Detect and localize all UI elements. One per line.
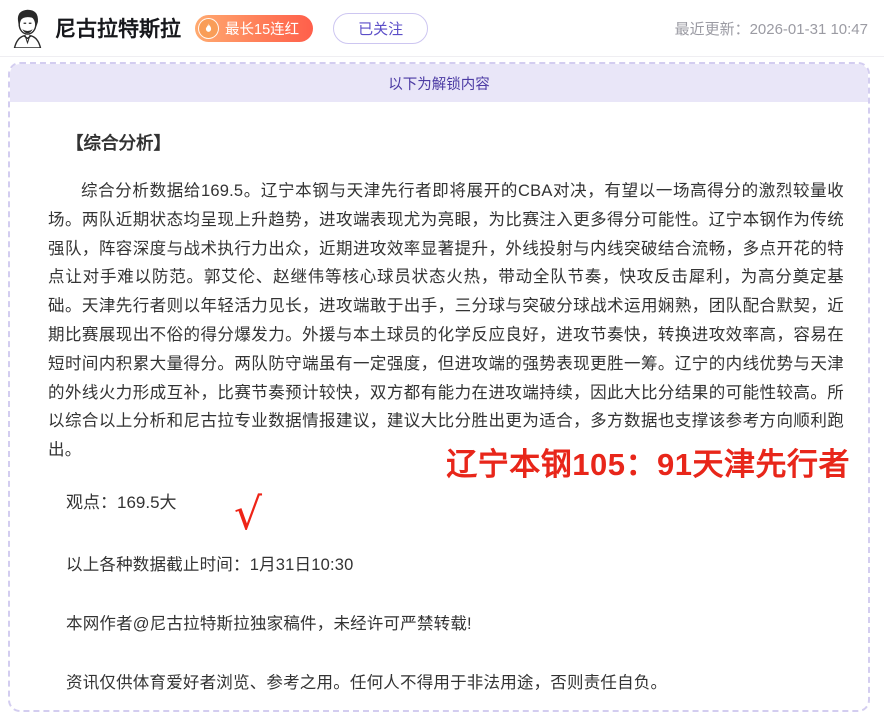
section-title: 【综合分析】 <box>48 130 844 155</box>
final-score: 辽宁本钢105：91天津先行者 <box>446 451 850 479</box>
disclaimer-line: 资讯仅供体育爱好者浏览、参考之用。任何人不得用于非法用途，否则责任自负。 <box>48 669 844 693</box>
author-header: 尼古拉特斯拉 最长15连红 已关注 最近更新：2026-01-31 10:47 <box>0 0 884 57</box>
unlock-banner: 以下为解锁内容 <box>10 64 868 102</box>
follow-button[interactable]: 已关注 <box>333 13 428 44</box>
analysis-paragraph: 综合分析数据给169.5。辽宁本钢与天津先行者即将展开的CBA对决，有望以一场高… <box>48 177 844 465</box>
author-avatar[interactable] <box>10 8 45 48</box>
viewpoint-row: 观点：169.5大 √ 辽宁本钢105：91天津先行者 <box>48 489 844 523</box>
author-name: 尼古拉特斯拉 <box>55 13 181 43</box>
streak-badge-label: 最长15连红 <box>225 18 299 39</box>
unlocked-content-panel: 以下为解锁内容 【综合分析】 综合分析数据给169.5。辽宁本钢与天津先行者即将… <box>8 62 870 712</box>
check-mark-icon: √ <box>234 493 262 537</box>
portrait-icon <box>10 8 45 48</box>
last-update-time: 最近更新：2026-01-31 10:47 <box>675 18 868 39</box>
analysis-body: 【综合分析】 综合分析数据给169.5。辽宁本钢与天津先行者即将展开的CBA对决… <box>10 102 868 693</box>
viewpoint-label: 观点：169.5大 <box>66 493 177 512</box>
copyright-line: 本网作者@尼古拉特斯拉独家稿件，未经许可严禁转载! <box>48 610 844 634</box>
streak-badge: 最长15连红 <box>195 15 313 42</box>
data-cutoff-line: 以上各种数据截止时间：1月31日10:30 <box>48 551 844 575</box>
flame-icon <box>198 18 219 39</box>
